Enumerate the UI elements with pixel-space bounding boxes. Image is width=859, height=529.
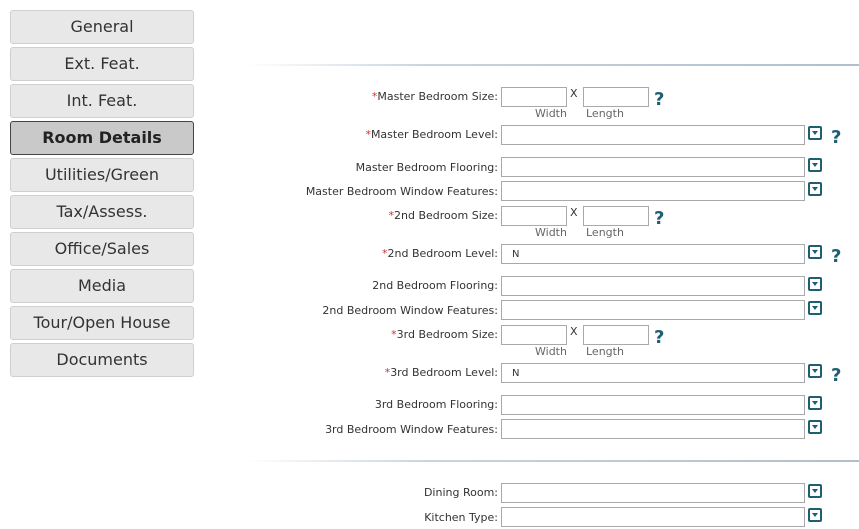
- tab-media[interactable]: Media: [10, 269, 194, 303]
- help-icon[interactable]: ?: [831, 367, 841, 385]
- third-bedroom-level-input[interactable]: [501, 363, 805, 383]
- second-bedroom-level-input[interactable]: [501, 244, 805, 264]
- master-bedroom-window-label: Master Bedroom Window Features:: [305, 185, 498, 198]
- master-bedroom-width-input[interactable]: [501, 87, 567, 107]
- second-bedroom-window-label: 2nd Bedroom Window Features:: [322, 304, 498, 317]
- dropdown-arrow-icon[interactable]: [808, 158, 822, 172]
- third-bedroom-size-label: *3rd Bedroom Size:: [391, 328, 498, 341]
- help-icon[interactable]: ?: [831, 129, 841, 147]
- help-icon[interactable]: ?: [831, 248, 841, 266]
- dropdown-arrow-icon[interactable]: [808, 301, 822, 315]
- dropdown-arrow-icon[interactable]: [808, 420, 822, 434]
- third-bedroom-level-label: *3rd Bedroom Level:: [384, 366, 498, 379]
- second-bedroom-window-input[interactable]: [501, 300, 805, 320]
- tab-int-feat[interactable]: Int. Feat.: [10, 84, 194, 118]
- tab-tax-assess[interactable]: Tax/Assess.: [10, 195, 194, 229]
- second-bedroom-flooring-input[interactable]: [501, 276, 805, 296]
- tab-documents[interactable]: Documents: [10, 343, 194, 377]
- section-divider: [245, 460, 859, 462]
- dropdown-arrow-icon[interactable]: [808, 245, 822, 259]
- help-icon[interactable]: ?: [654, 91, 664, 109]
- master-bedroom-level-input[interactable]: [501, 125, 805, 145]
- second-bedroom-width-input[interactable]: [501, 206, 567, 226]
- dining-room-input[interactable]: [501, 483, 805, 503]
- dropdown-arrow-icon[interactable]: [808, 484, 822, 498]
- third-bedroom-window-input[interactable]: [501, 419, 805, 439]
- tab-ext-feat[interactable]: Ext. Feat.: [10, 47, 194, 81]
- second-bedroom-flooring-label: 2nd Bedroom Flooring:: [372, 279, 498, 292]
- length-caption: Length: [586, 345, 624, 358]
- third-bedroom-length-input[interactable]: [583, 325, 649, 345]
- tab-room-details[interactable]: Room Details: [10, 121, 194, 155]
- help-icon[interactable]: ?: [654, 210, 664, 228]
- dropdown-arrow-icon[interactable]: [808, 126, 822, 140]
- dropdown-arrow-icon[interactable]: [808, 364, 822, 378]
- kitchen-type-label: Kitchen Type:: [424, 511, 498, 524]
- second-bedroom-size-label: *2nd Bedroom Size:: [388, 209, 498, 222]
- master-bedroom-length-input[interactable]: [583, 87, 649, 107]
- dimension-separator: X: [570, 325, 578, 338]
- tab-office-sales[interactable]: Office/Sales: [10, 232, 194, 266]
- dropdown-arrow-icon[interactable]: [808, 277, 822, 291]
- help-icon[interactable]: ?: [654, 329, 664, 347]
- second-bedroom-level-label: *2nd Bedroom Level:: [382, 247, 498, 260]
- width-caption: Width: [535, 226, 567, 239]
- tab-general[interactable]: General: [10, 10, 194, 44]
- length-caption: Length: [586, 107, 624, 120]
- third-bedroom-flooring-input[interactable]: [501, 395, 805, 415]
- dropdown-arrow-icon[interactable]: [808, 182, 822, 196]
- width-caption: Width: [535, 345, 567, 358]
- third-bedroom-flooring-label: 3rd Bedroom Flooring:: [374, 398, 498, 411]
- width-caption: Width: [535, 107, 567, 120]
- dining-room-label: Dining Room:: [423, 486, 498, 499]
- dropdown-arrow-icon[interactable]: [808, 508, 822, 522]
- master-bedroom-flooring-input[interactable]: [501, 157, 805, 177]
- section-divider: [245, 64, 859, 66]
- tab-tour-open-house[interactable]: Tour/Open House: [10, 306, 194, 340]
- master-bedroom-level-label: *Master Bedroom Level:: [365, 128, 498, 141]
- tab-utilities-green[interactable]: Utilities/Green: [10, 158, 194, 192]
- kitchen-type-input[interactable]: [501, 507, 805, 527]
- length-caption: Length: [586, 226, 624, 239]
- second-bedroom-length-input[interactable]: [583, 206, 649, 226]
- third-bedroom-width-input[interactable]: [501, 325, 567, 345]
- third-bedroom-window-label: 3rd Bedroom Window Features:: [325, 423, 498, 436]
- dimension-separator: X: [570, 206, 578, 219]
- master-bedroom-flooring-label: Master Bedroom Flooring:: [355, 161, 498, 174]
- master-bedroom-size-label: *Master Bedroom Size:: [371, 90, 498, 103]
- dimension-separator: X: [570, 87, 578, 100]
- master-bedroom-window-input[interactable]: [501, 181, 805, 201]
- dropdown-arrow-icon[interactable]: [808, 396, 822, 410]
